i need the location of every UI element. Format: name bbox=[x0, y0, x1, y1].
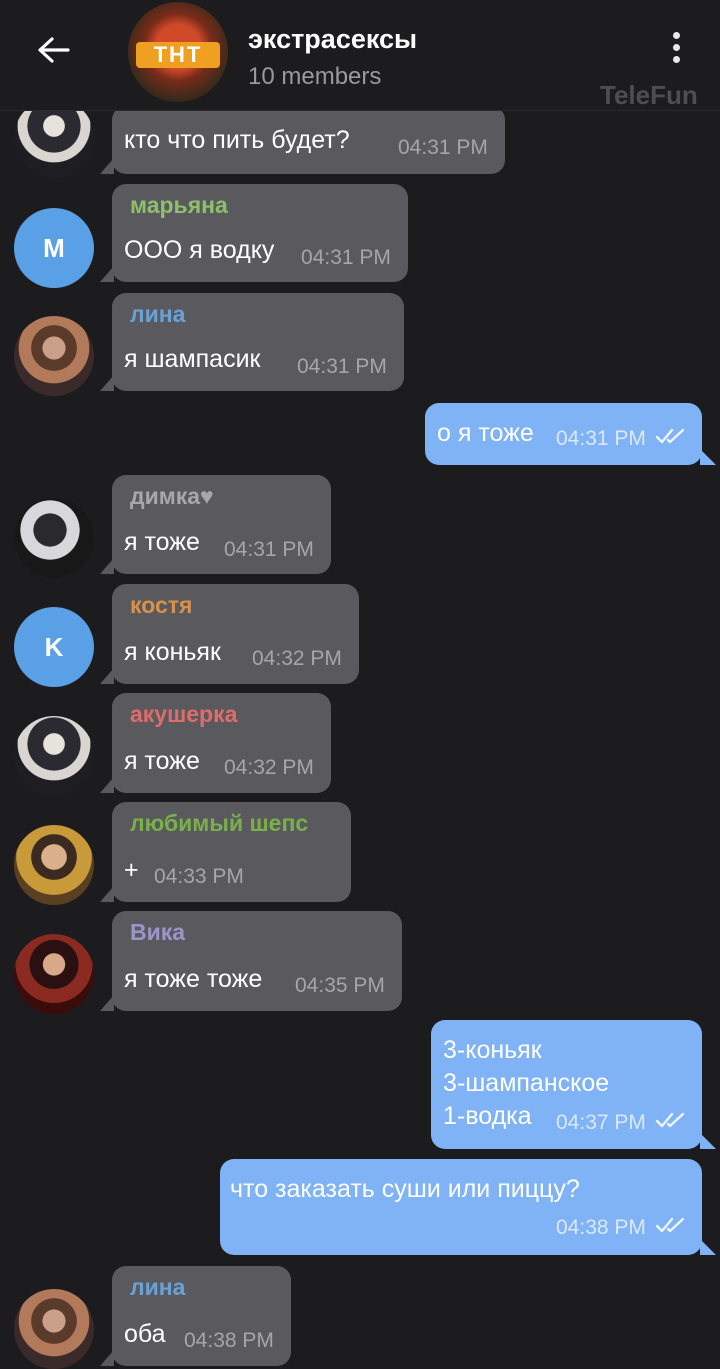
message-text: оба bbox=[124, 1320, 166, 1348]
group-avatar[interactable]: ТНТ bbox=[128, 2, 228, 102]
message-text: я коньяк bbox=[124, 638, 221, 666]
avatar[interactable] bbox=[14, 934, 94, 1014]
more-menu-icon[interactable] bbox=[664, 32, 688, 72]
avatar[interactable] bbox=[14, 716, 94, 796]
chat-header: ТНТ экстрасексы 10 members TeleFun bbox=[0, 0, 720, 111]
outgoing-message-bubble[interactable]: что заказать суши или пиццу? 04:38 PM bbox=[220, 1159, 716, 1255]
read-check-icon bbox=[655, 1112, 685, 1128]
message-time: 04:31 PM bbox=[297, 355, 387, 378]
message-bubble[interactable]: марьяна ООО я водку 04:31 PM bbox=[100, 184, 408, 282]
avatar[interactable]: K bbox=[14, 607, 94, 687]
sender-name[interactable]: лина bbox=[130, 1274, 185, 1301]
read-check-icon bbox=[655, 428, 685, 444]
sender-name[interactable]: димка♥ bbox=[130, 483, 214, 510]
outgoing-message-bubble[interactable]: 3-коньяк 3-шампанское 1-водка 04:37 PM bbox=[431, 1020, 716, 1149]
chat-title[interactable]: экстрасексы bbox=[248, 24, 417, 55]
avatar[interactable] bbox=[14, 825, 94, 905]
avatar[interactable] bbox=[14, 316, 94, 396]
message-time: 04:31 PM bbox=[224, 538, 314, 561]
read-check-icon bbox=[655, 1217, 685, 1233]
message-time: 04:31 PM bbox=[301, 246, 391, 269]
message-time: 04:35 PM bbox=[295, 974, 385, 997]
sender-name[interactable]: марьяна bbox=[130, 192, 228, 219]
message-bubble[interactable]: костя я коньяк 04:32 PM bbox=[100, 584, 359, 684]
message-text: я тоже bbox=[124, 747, 200, 775]
message-text: я тоже тоже bbox=[124, 965, 263, 993]
member-count: 10 members bbox=[248, 63, 382, 90]
sender-name[interactable]: акушерка bbox=[130, 701, 237, 728]
message-bubble[interactable]: акушерка я тоже 04:32 PM bbox=[100, 693, 331, 793]
message-bubble[interactable]: Вика я тоже тоже 04:35 PM bbox=[100, 911, 402, 1011]
message-text: я тоже bbox=[124, 528, 200, 556]
avatar[interactable] bbox=[14, 1289, 94, 1369]
tnt-logo: ТНТ bbox=[136, 42, 220, 68]
message-text: что заказать суши или пиццу? bbox=[230, 1175, 580, 1203]
message-time: 04:37 PM bbox=[556, 1111, 646, 1134]
sender-name[interactable]: лина bbox=[130, 301, 185, 328]
message-text: о я тоже bbox=[437, 419, 534, 447]
avatar[interactable] bbox=[14, 498, 94, 578]
message-time: 04:33 PM bbox=[154, 865, 244, 888]
message-bubble[interactable]: лина я шампасик 04:31 PM bbox=[100, 293, 404, 391]
message-text: я шампасик bbox=[124, 345, 261, 373]
sender-name[interactable]: Вика bbox=[130, 919, 185, 946]
message-bubble[interactable]: любимый шепс + 04:33 PM bbox=[100, 802, 351, 902]
message-time: 04:31 PM bbox=[556, 427, 646, 450]
watermark: TeleFun bbox=[600, 80, 698, 110]
message-time: 04:38 PM bbox=[556, 1216, 646, 1239]
message-bubble[interactable]: лина оба 04:38 PM bbox=[100, 1266, 291, 1366]
message-text: + bbox=[124, 856, 139, 884]
message-bubble[interactable]: димка♥ я тоже 04:31 PM bbox=[100, 475, 331, 574]
back-arrow-icon[interactable] bbox=[34, 30, 74, 70]
message-time: 04:32 PM bbox=[252, 647, 342, 670]
message-text: кто что пить будет? bbox=[124, 126, 350, 154]
message-time: 04:32 PM bbox=[224, 756, 314, 779]
message-text: ООО я водку bbox=[124, 236, 275, 264]
outgoing-message-bubble[interactable]: о я тоже 04:31 PM bbox=[425, 403, 716, 465]
avatar[interactable]: M bbox=[14, 208, 94, 288]
message-bubble[interactable]: кто что пить будет? 04:31 PM bbox=[100, 106, 505, 174]
sender-name[interactable]: костя bbox=[130, 592, 192, 619]
sender-name[interactable]: любимый шепс bbox=[130, 810, 308, 837]
message-time: 04:38 PM bbox=[184, 1329, 274, 1352]
message-time: 04:31 PM bbox=[398, 136, 488, 159]
